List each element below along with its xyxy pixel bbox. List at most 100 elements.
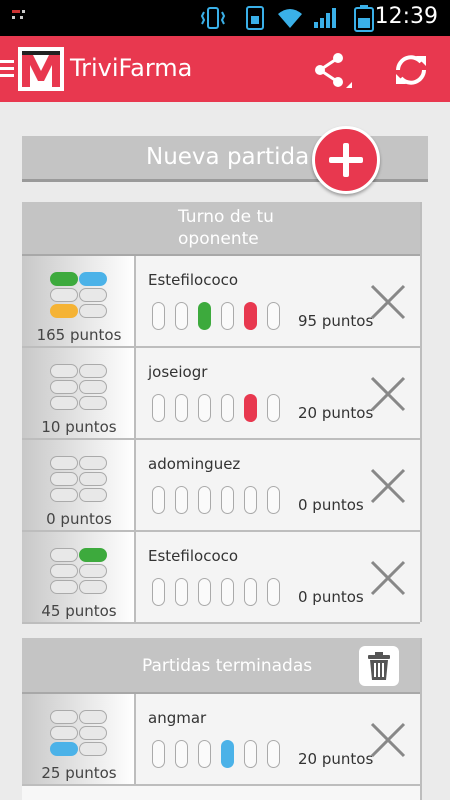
category-piece xyxy=(79,564,107,578)
round-slot xyxy=(244,740,257,768)
trash-button[interactable] xyxy=(359,646,399,686)
round-slot xyxy=(198,394,211,422)
round-slot xyxy=(152,302,165,330)
round-slot xyxy=(152,394,165,422)
round-slot xyxy=(175,394,188,422)
round-slot xyxy=(267,302,280,330)
battery-icon xyxy=(354,5,374,32)
round-slot xyxy=(267,394,280,422)
category-piece xyxy=(79,380,107,394)
category-pieces xyxy=(50,362,110,422)
notification-icon xyxy=(12,10,25,19)
opponent-name: adominguez xyxy=(148,455,241,473)
app-bar: TriviFarma xyxy=(0,36,450,102)
category-piece xyxy=(79,304,107,318)
player-points: 10 puntos xyxy=(41,418,117,436)
vibrate-icon xyxy=(200,7,226,29)
finished-header: Partidas terminadas xyxy=(22,638,420,694)
category-pieces xyxy=(50,708,110,768)
opponent-name: joseiogr xyxy=(148,363,208,381)
category-piece xyxy=(50,456,78,470)
category-piece xyxy=(50,710,78,724)
category-piece xyxy=(79,726,107,740)
app-title: TriviFarma xyxy=(70,54,193,82)
signal-icon xyxy=(314,8,336,28)
category-piece xyxy=(50,742,78,756)
new-game-label: Nueva partida xyxy=(146,144,310,170)
status-bar: 12:39 xyxy=(0,0,450,36)
category-piece xyxy=(79,288,107,302)
opponent-score: 20 puntos xyxy=(298,404,374,422)
close-icon[interactable] xyxy=(368,720,408,760)
round-slot xyxy=(267,486,280,514)
category-piece xyxy=(79,742,107,756)
opponent-name: Estefilococo xyxy=(148,271,239,289)
category-piece xyxy=(50,380,78,394)
category-pieces xyxy=(50,270,110,330)
game-progress-panel: 0 puntos xyxy=(22,440,136,530)
round-slot xyxy=(198,578,211,606)
category-piece xyxy=(50,488,78,502)
round-slot xyxy=(152,740,165,768)
round-slot xyxy=(221,740,234,768)
round-slot xyxy=(221,578,234,606)
wifi-icon xyxy=(278,9,302,28)
round-slot xyxy=(175,578,188,606)
opponent-name: angmar xyxy=(148,709,207,727)
category-piece xyxy=(79,548,107,562)
category-pieces xyxy=(50,546,110,606)
sim-icon xyxy=(246,6,264,30)
category-piece xyxy=(50,726,78,740)
player-points: 25 puntos xyxy=(41,764,117,782)
opponent-name: Estefilococo xyxy=(148,547,239,565)
round-slot xyxy=(198,486,211,514)
category-piece xyxy=(79,710,107,724)
finished-title: Partidas terminadas xyxy=(142,656,313,676)
new-game-button[interactable] xyxy=(312,126,380,194)
opponent-turn-title: Turno de tu oponente xyxy=(178,207,274,249)
game-row[interactable]: 25 puntos angmar 20 puntos xyxy=(22,694,420,786)
round-slot xyxy=(175,740,188,768)
game-row[interactable]: 0 puntos adominguez 0 puntos xyxy=(22,440,420,532)
round-slot xyxy=(221,394,234,422)
category-piece xyxy=(50,288,78,302)
share-icon[interactable] xyxy=(310,50,354,90)
round-slot xyxy=(221,302,234,330)
game-progress-panel: 25 puntos xyxy=(22,694,136,784)
game-row[interactable]: 165 puntos Estefilococo 95 puntos xyxy=(22,256,420,348)
round-slot xyxy=(244,302,257,330)
close-icon[interactable] xyxy=(368,466,408,506)
category-piece xyxy=(50,548,78,562)
round-slot xyxy=(152,578,165,606)
game-row[interactable]: 45 puntos Estefilococo 0 puntos xyxy=(22,532,420,624)
category-piece xyxy=(50,272,78,286)
player-points: 0 puntos xyxy=(46,510,112,528)
round-slot xyxy=(244,394,257,422)
opponent-score: 20 puntos xyxy=(298,750,374,768)
category-piece xyxy=(50,564,78,578)
category-piece xyxy=(79,456,107,470)
game-progress-panel: 10 puntos xyxy=(22,348,136,438)
app-logo xyxy=(18,47,64,91)
close-icon[interactable] xyxy=(368,558,408,598)
refresh-icon[interactable] xyxy=(390,50,432,90)
game-progress-panel: 165 puntos xyxy=(22,256,136,346)
close-icon[interactable] xyxy=(368,374,408,414)
category-piece xyxy=(50,396,78,410)
category-piece xyxy=(50,364,78,378)
round-slot xyxy=(198,302,211,330)
finished-section: Partidas terminadas 25 puntos angmar 20 pu… xyxy=(22,638,420,800)
menu-icon[interactable] xyxy=(0,58,14,80)
category-pieces xyxy=(50,454,110,514)
category-piece xyxy=(79,488,107,502)
opponent-turn-header: Turno de tu oponente xyxy=(22,202,420,256)
round-slot xyxy=(267,740,280,768)
player-points: 45 puntos xyxy=(41,602,117,620)
category-piece xyxy=(50,304,78,318)
close-icon[interactable] xyxy=(368,282,408,322)
round-slot xyxy=(152,486,165,514)
round-slot xyxy=(198,740,211,768)
opponent-score: 95 puntos xyxy=(298,312,374,330)
opponent-turn-section: Turno de tu oponente 165 puntos Estefiloc… xyxy=(22,202,420,624)
game-row[interactable]: 10 puntos joseiogr 20 puntos xyxy=(22,348,420,440)
